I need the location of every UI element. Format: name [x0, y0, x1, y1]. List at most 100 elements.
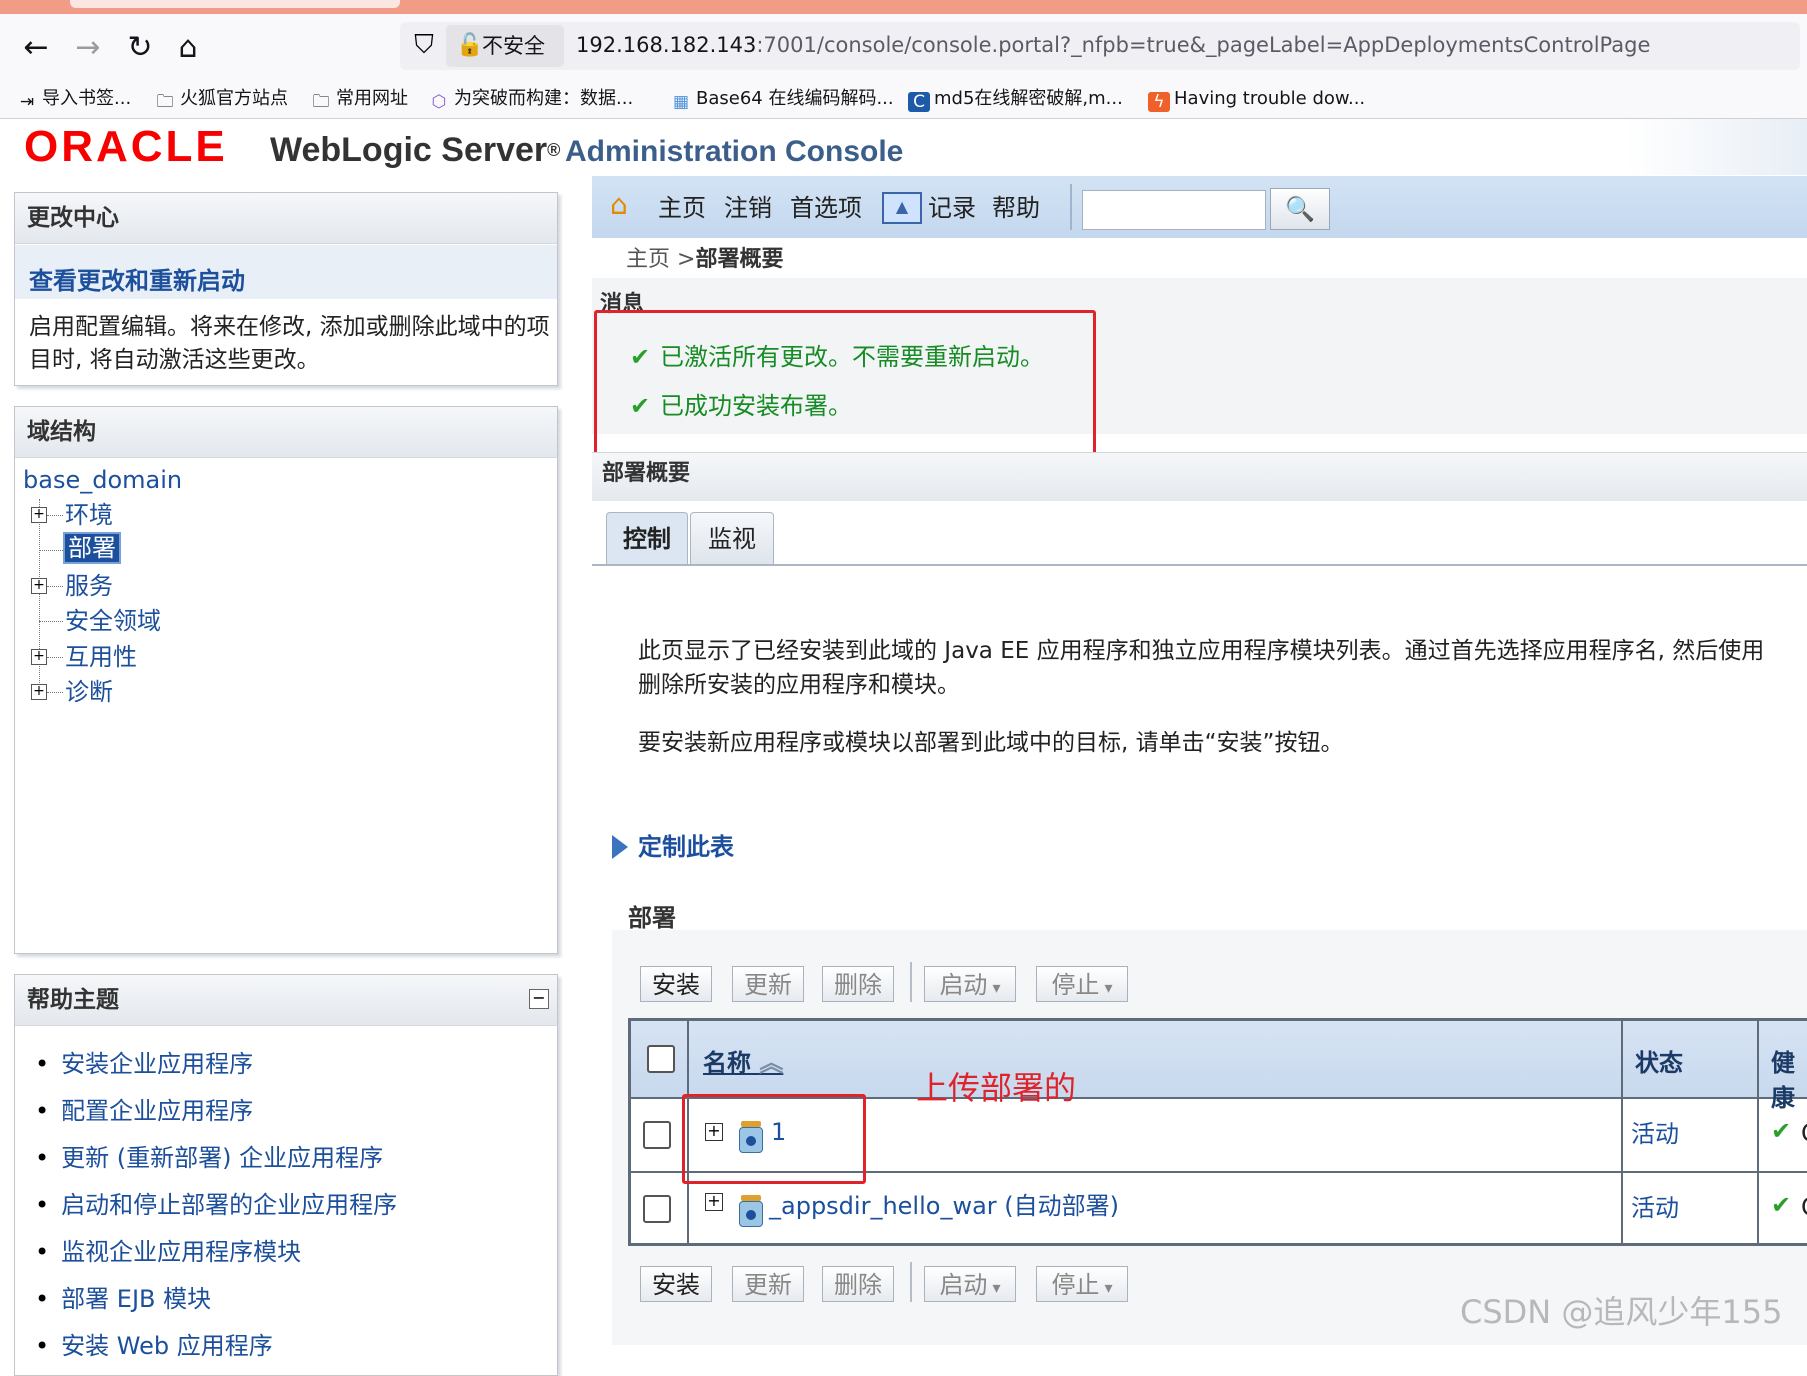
site-security-button[interactable]: 🔓 不安全	[446, 25, 564, 67]
stop-dropdown[interactable]: 停止	[1036, 966, 1128, 1002]
tree-item-services[interactable]: 服务	[65, 571, 113, 601]
deployment-health: O	[1801, 1119, 1807, 1147]
deployments-summary-header: 部署概要	[592, 452, 1807, 501]
delete-button-bottom[interactable]: 删除	[822, 1266, 894, 1302]
cube-icon: ⬡	[431, 92, 447, 112]
home-browser-icon[interactable]: ⌂	[168, 28, 208, 68]
delete-button[interactable]: 删除	[822, 966, 894, 1002]
annotation-box-messages	[594, 310, 1096, 468]
bookmark-firefox-site[interactable]: 🗀 火狐官方站点	[154, 86, 289, 112]
row-checkbox[interactable]	[643, 1195, 671, 1223]
help-item-update-enterprise-app[interactable]: 更新 (重新部署) 企业应用程序	[35, 1143, 383, 1173]
tree-connector	[47, 692, 63, 693]
insecure-lock-icon: 🔓	[456, 33, 484, 58]
forward-icon[interactable]: →	[68, 28, 108, 68]
tab-monitor[interactable]: 监视	[690, 512, 774, 565]
record-icon[interactable]: ▲	[882, 192, 922, 224]
row-checkbox[interactable]	[643, 1121, 671, 1149]
help-topics-title: 帮助主题 −	[15, 975, 557, 1026]
view-changes-restart-link[interactable]: 查看更改和重新启动	[29, 261, 245, 296]
bookmark-common-sites[interactable]: 🗀 常用网址	[310, 86, 409, 112]
toolbar-home[interactable]: 主页	[658, 193, 706, 223]
toolbar-record[interactable]: 记录	[928, 193, 976, 223]
console-toolbar: ⌂ 主页 注销 首选项 ▲ 记录 帮助 🔍	[592, 176, 1807, 238]
tree-expand-icon[interactable]: +	[31, 684, 47, 700]
start-dropdown[interactable]: 启动	[924, 966, 1016, 1002]
deployments-table-title: 部署	[628, 904, 676, 932]
deployment-health: O	[1801, 1193, 1807, 1221]
update-button-bottom[interactable]: 更新	[732, 1266, 804, 1302]
tree-item-diagnostics[interactable]: 诊断	[65, 677, 113, 707]
deployment-name-link[interactable]: _appsdir_hello_war (自动部署)	[769, 1191, 1119, 1221]
expand-row-icon[interactable]: +	[705, 1193, 723, 1211]
bookmark-built-to-break[interactable]: ⬡ 为突破而构建：数据...	[428, 86, 634, 112]
search-input[interactable]	[1082, 190, 1266, 230]
customize-table-link[interactable]: 定制此表	[638, 831, 734, 863]
tree-expand-icon[interactable]: +	[31, 649, 47, 665]
address-bar[interactable]: ⛉ 🔓 不安全 192.168.182.143:7001/console/con…	[400, 22, 1800, 70]
back-icon[interactable]: ←	[16, 28, 56, 68]
install-instruction: 要安装新应用程序或模块以部署到此域中的目标, 请单击“安装”按钮。	[638, 730, 1344, 756]
button-divider	[910, 1262, 912, 1302]
help-item-install-web-app[interactable]: 安装 Web 应用程序	[35, 1331, 273, 1361]
toolbar-preferences[interactable]: 首选项	[790, 193, 862, 223]
tab-control[interactable]: 控制	[606, 512, 688, 565]
deployments-description: 此页显示了已经安装到此域的 Java EE 应用程序和独立应用程序模块列表。通过…	[638, 638, 1765, 698]
bookmark-base64[interactable]: ▦ Base64 在线编码解码...	[670, 86, 894, 112]
annotation-box-uploaded	[682, 1094, 866, 1184]
search-button[interactable]: 🔍	[1270, 188, 1330, 230]
bookmark-md5[interactable]: Cmd5在线解密破解,m...	[908, 86, 1123, 112]
tree-item-environment[interactable]: 环境	[65, 500, 113, 530]
bookmark-import[interactable]: ⇥ 导入书签...	[16, 86, 131, 112]
tree-expand-icon[interactable]: +	[31, 507, 47, 523]
breadcrumb-home[interactable]: 主页	[626, 247, 670, 272]
collapse-icon[interactable]: −	[529, 989, 549, 1009]
tree-root-base-domain[interactable]: base_domain	[23, 465, 182, 495]
install-button-bottom[interactable]: 安装	[640, 1266, 712, 1302]
brand-header: ORACLE WebLogic Server® Administration C…	[0, 119, 1807, 175]
toolbar-divider	[1070, 184, 1072, 230]
help-item-monitor-modules[interactable]: 监视企业应用程序模块	[35, 1237, 301, 1267]
toolbar-logout[interactable]: 注销	[724, 193, 772, 223]
column-name[interactable]: 名称 ︽	[703, 1043, 783, 1078]
help-item-configure-enterprise-app[interactable]: 配置企业应用程序	[35, 1096, 253, 1126]
tree-connector	[47, 586, 63, 587]
button-divider	[910, 962, 912, 1002]
change-center-title: 更改中心	[15, 193, 557, 244]
url-path: :7001/console/console.portal?_nfpb=true&…	[756, 33, 1651, 57]
folder-icon: 🗀	[312, 92, 330, 112]
shield-icon[interactable]: ⛉	[410, 30, 438, 60]
bolt-icon: ϟ	[1148, 92, 1170, 112]
tree-item-deployments[interactable]: 部署	[63, 532, 121, 564]
health-ok-icon: ✔	[1771, 1117, 1792, 1145]
tree-expand-icon[interactable]: +	[31, 578, 47, 594]
health-ok-icon: ✔	[1771, 1191, 1792, 1219]
column-state[interactable]: 状态	[1635, 1043, 1683, 1078]
update-button[interactable]: 更新	[732, 966, 804, 1002]
tree-item-security-realms[interactable]: 安全领域	[65, 606, 161, 636]
tree-connector	[39, 621, 63, 622]
change-center-panel: 更改中心 查看更改和重新启动 启用配置编辑。将来在修改, 添加或删除此域中的项目…	[14, 192, 558, 386]
application-icon	[739, 1195, 763, 1227]
tree-item-interoperability[interactable]: 互用性	[65, 642, 137, 672]
tree-connector	[39, 499, 40, 699]
stop-dropdown-bottom[interactable]: 停止	[1036, 1266, 1128, 1302]
start-dropdown-bottom[interactable]: 启动	[924, 1266, 1016, 1302]
home-icon[interactable]: ⌂	[610, 188, 644, 222]
bookmark-having-trouble[interactable]: ϟ Having trouble dow...	[1148, 86, 1365, 112]
expand-triangle-icon[interactable]	[612, 835, 628, 859]
browser-active-tab[interactable]	[70, 0, 400, 8]
url-text[interactable]: 192.168.182.143:7001/console/console.por…	[576, 31, 1650, 59]
toolbar-help[interactable]: 帮助	[992, 193, 1040, 223]
breadcrumb-current: 部署概要	[695, 247, 784, 272]
tab-underline	[592, 564, 1807, 566]
install-button[interactable]: 安装	[640, 966, 712, 1002]
help-item-install-enterprise-app[interactable]: 安装企业应用程序	[35, 1049, 253, 1079]
bookmarks-bar: ⇥ 导入书签... 🗀 火狐官方站点 🗀 常用网址 ⬡ 为突破而构建：数据... ▦ Ba…	[0, 80, 1807, 119]
help-item-deploy-ejb[interactable]: 部署 EJB 模块	[35, 1284, 211, 1314]
help-item-start-stop-apps[interactable]: 启动和停止部署的企业应用程序	[35, 1190, 397, 1220]
select-all-checkbox[interactable]	[647, 1045, 675, 1073]
reload-icon[interactable]: ↻	[120, 28, 160, 68]
tree-connector	[47, 657, 63, 658]
deployment-state: 活动	[1631, 1194, 1679, 1222]
